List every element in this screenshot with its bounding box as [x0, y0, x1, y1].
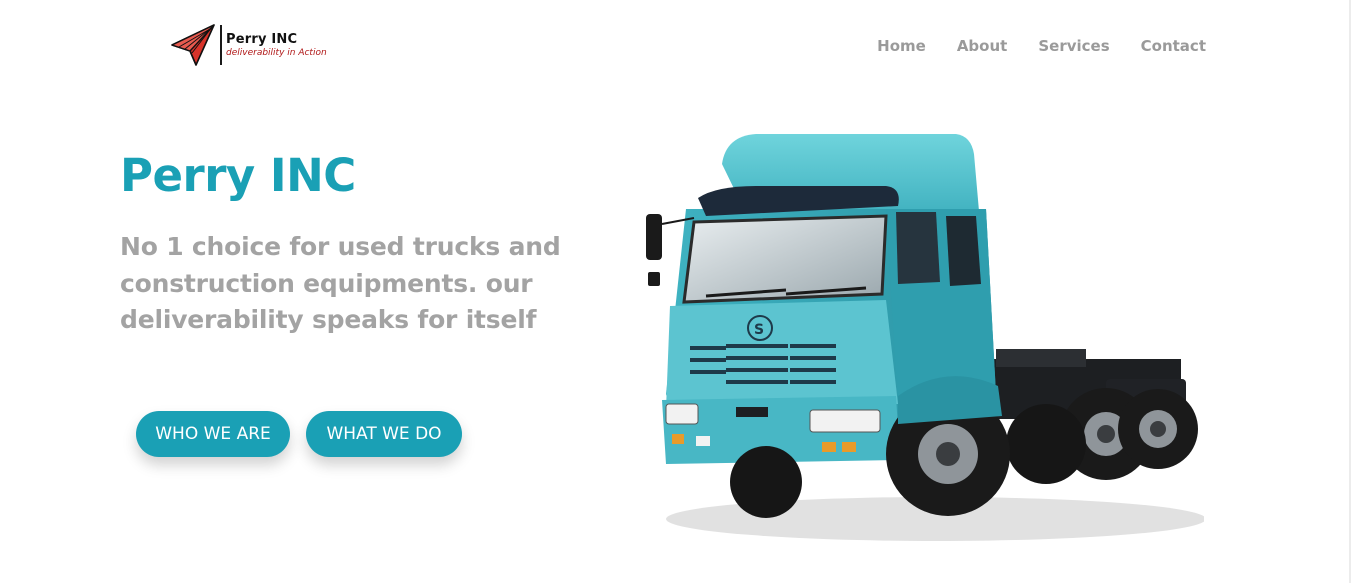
svg-text:S: S: [754, 322, 764, 338]
logo-text: Perry INC deliverability in Action: [220, 25, 327, 65]
who-we-are-button[interactable]: WHO WE ARE: [136, 411, 290, 457]
logo-tagline: deliverability in Action: [226, 47, 327, 58]
nav-about-link[interactable]: About: [957, 36, 1008, 56]
paper-plane-icon: [171, 24, 215, 66]
nav-contact-link[interactable]: Contact: [1141, 36, 1206, 56]
main-nav: Home About Services Contact: [877, 36, 1206, 56]
brand-logo[interactable]: Perry INC deliverability in Action: [170, 22, 330, 68]
logo-brand-name: Perry INC: [226, 31, 298, 47]
nav-home-link[interactable]: Home: [877, 36, 926, 56]
nav-services-link[interactable]: Services: [1038, 36, 1109, 56]
hero-subtitle: No 1 choice for used trucks and construc…: [120, 232, 561, 334]
hero-title: Perry INC: [120, 149, 356, 202]
truck-image: S: [646, 134, 1204, 541]
what-we-do-button[interactable]: WHAT WE DO: [306, 411, 462, 457]
